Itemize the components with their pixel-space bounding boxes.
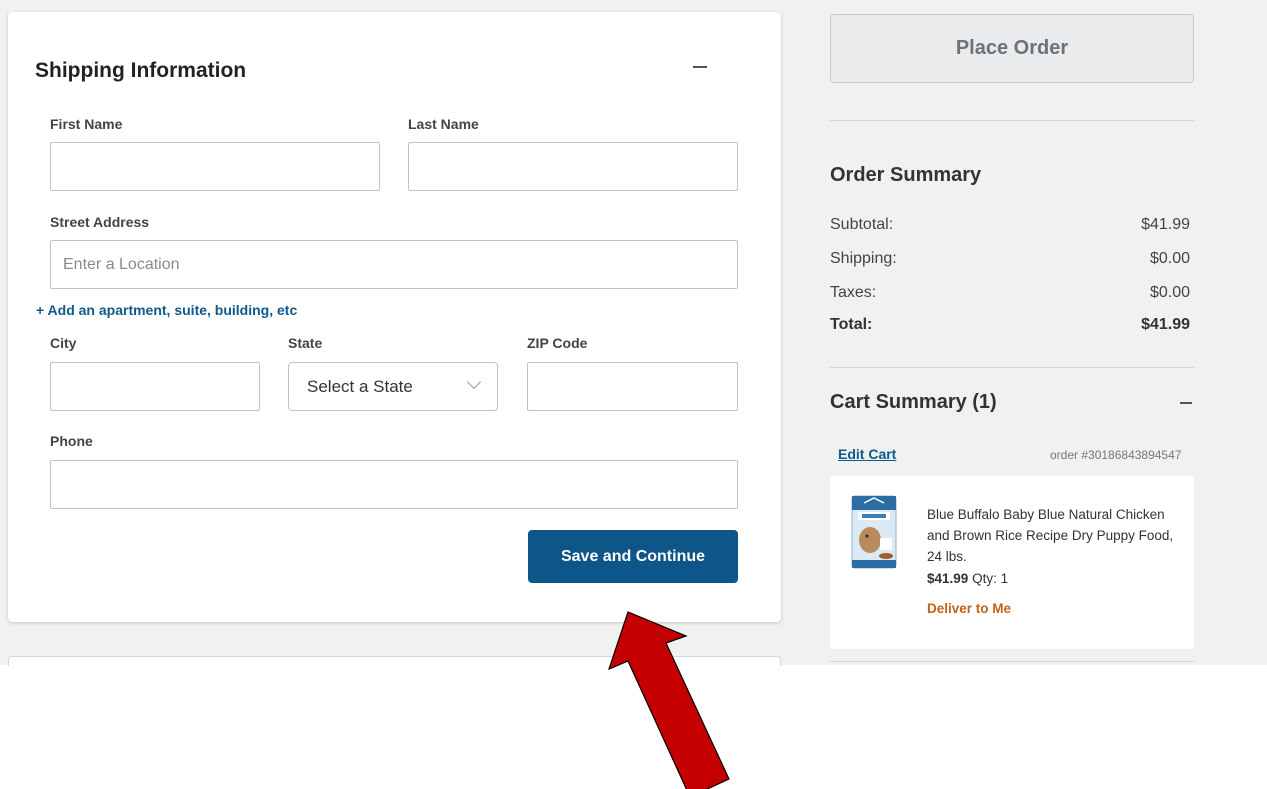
product-price-qty: $41.99 Qty: 1 — [927, 571, 1008, 586]
shipping-label: Shipping: — [830, 250, 897, 267]
divider — [830, 120, 1194, 121]
state-label: State — [288, 335, 323, 351]
taxes-label: Taxes: — [830, 284, 877, 301]
state-select-value: Select a State — [307, 377, 413, 396]
edit-cart-link[interactable]: Edit Cart — [838, 446, 896, 462]
zip-code-label: ZIP Code — [527, 335, 588, 351]
state-select[interactable]: Select a State — [288, 362, 498, 411]
subtotal-value: $41.99 — [1141, 216, 1190, 233]
total-value: $41.99 — [1141, 316, 1190, 333]
cart-collapse-button[interactable] — [1174, 390, 1198, 414]
order-summary-title: Order Summary — [830, 164, 982, 186]
street-address-label: Street Address — [50, 214, 150, 230]
divider — [830, 367, 1194, 368]
chevron-down-icon — [466, 374, 482, 390]
zip-code-field[interactable] — [527, 362, 738, 411]
phone-field[interactable] — [50, 460, 738, 509]
taxes-value: $0.00 — [1149, 284, 1190, 301]
subtotal-label: Subtotal: — [830, 216, 894, 233]
order-number: order #30186843894547 — [1050, 448, 1182, 462]
cart-summary-title: Cart Summary (1) — [830, 391, 997, 413]
phone-label: Phone — [50, 433, 93, 449]
page-lower-background — [0, 665, 1267, 789]
shipping-title: Shipping Information — [35, 59, 247, 82]
cart-item: Blue Buffalo Baby Blue Natural Chicken a… — [830, 476, 1194, 649]
delivery-method: Deliver to Me — [927, 601, 1012, 616]
product-name[interactable]: Blue Buffalo Baby Blue Natural Chicken a… — [927, 504, 1177, 567]
product-price: $41.99 — [927, 571, 969, 586]
shipping-collapse-button[interactable] — [688, 52, 712, 76]
product-qty: Qty: 1 — [972, 571, 1009, 586]
last-name-field[interactable] — [408, 142, 738, 191]
product-image[interactable] — [850, 494, 898, 570]
total-label: Total: — [830, 316, 873, 333]
next-section-card — [8, 656, 781, 666]
divider — [830, 661, 1194, 662]
add-apartment-link[interactable]: + Add an apartment, suite, building, etc — [36, 302, 297, 318]
first-name-field[interactable] — [50, 142, 380, 191]
save-and-continue-button[interactable]: Save and Continue — [528, 530, 738, 583]
last-name-label: Last Name — [408, 116, 479, 132]
first-name-label: First Name — [50, 116, 123, 132]
place-order-button[interactable]: Place Order — [830, 14, 1194, 83]
city-label: City — [50, 335, 77, 351]
city-field[interactable] — [50, 362, 260, 411]
street-address-field[interactable] — [50, 240, 738, 289]
shipping-value: $0.00 — [1149, 250, 1190, 267]
